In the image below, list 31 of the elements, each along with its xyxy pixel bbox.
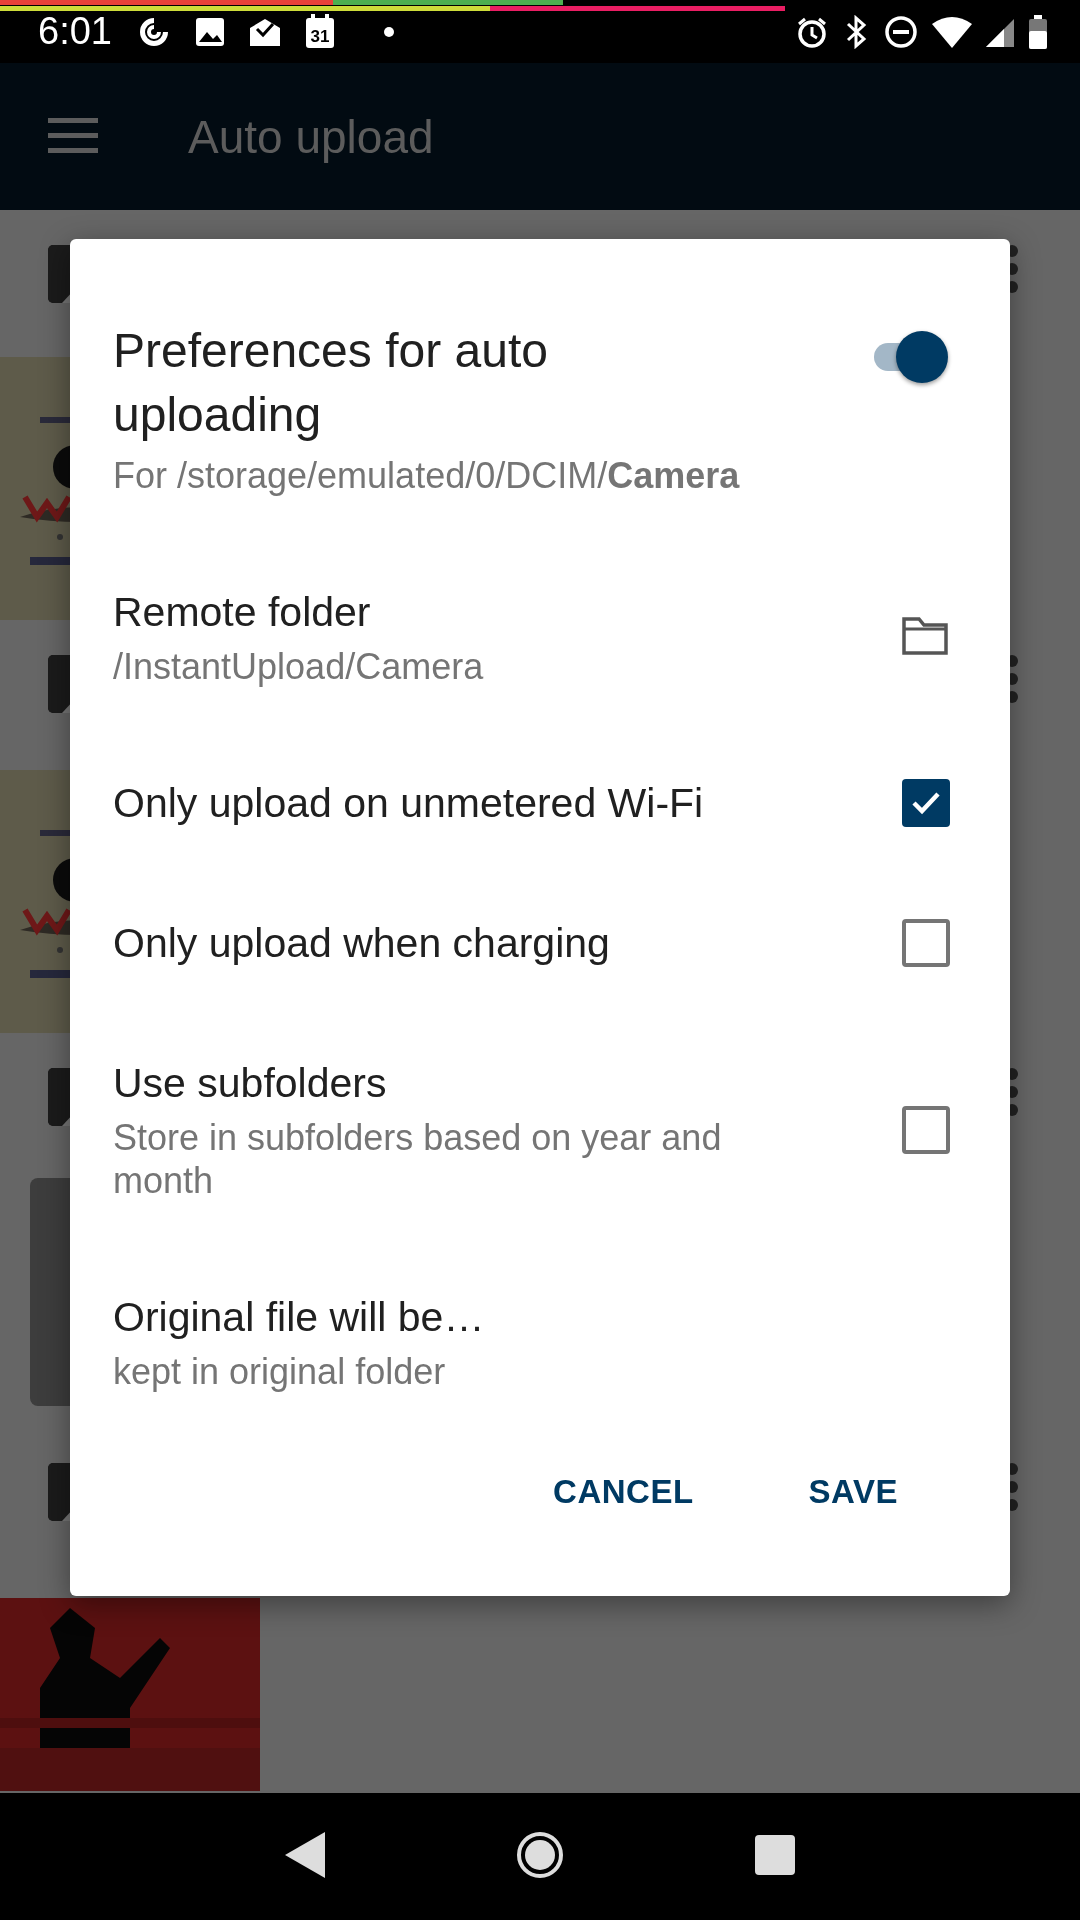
setting-title: Original file will be… — [113, 1293, 486, 1342]
checkbox[interactable] — [902, 919, 950, 967]
folder-path: For /storage/emulated/0/DCIM/Camera — [113, 454, 741, 498]
dialog-title: Preferences for auto uploading — [113, 323, 549, 443]
alarm-icon — [796, 15, 828, 48]
folder-icon — [902, 615, 950, 657]
setting-title: Only upload on unmetered Wi-Fi — [113, 779, 705, 828]
menu-button[interactable] — [48, 117, 98, 156]
setting-summary: kept in original folder — [113, 1350, 447, 1393]
screen-title: Auto upload — [188, 109, 434, 164]
wifi-icon — [932, 15, 972, 48]
checkbox[interactable] — [902, 1106, 950, 1154]
back-icon — [285, 1832, 326, 1878]
battery-icon — [1028, 14, 1048, 49]
menu-icon — [48, 117, 98, 153]
setting-summary: Store in subfolders based on year and month — [113, 1116, 723, 1202]
setting-title: Only upload when charging — [113, 919, 611, 968]
cancel-button[interactable]: CANCEL — [531, 1452, 716, 1532]
recents-button[interactable] — [754, 1835, 795, 1878]
back-button[interactable] — [285, 1832, 326, 1881]
home-icon — [516, 1831, 564, 1879]
checkbox[interactable] — [902, 779, 950, 827]
setting-summary: /InstantUpload/Camera — [113, 645, 485, 688]
clock-time: 6:01 — [38, 10, 112, 53]
setting-title: Use subfolders — [113, 1059, 388, 1108]
do-not-disturb-icon — [884, 14, 918, 49]
recents-icon — [754, 1835, 795, 1875]
image-icon — [193, 15, 226, 48]
notification-dot-icon — [383, 26, 394, 37]
setting-title: Remote folder — [113, 588, 372, 637]
save-button[interactable]: SAVE — [786, 1452, 920, 1532]
